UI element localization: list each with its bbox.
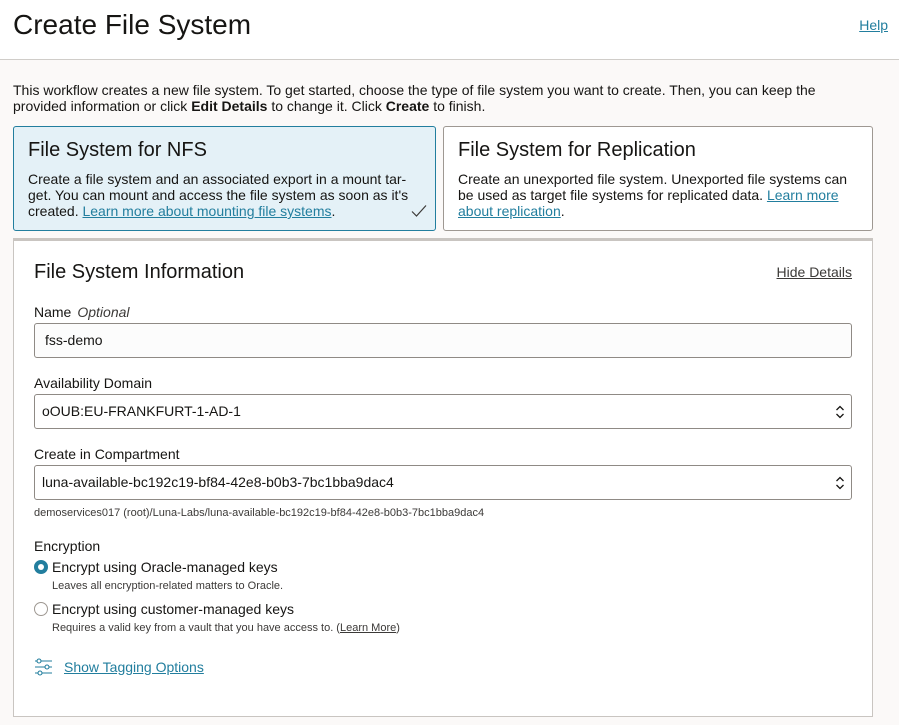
compartment-select[interactable]: luna-available-bc192c19-bf84-42e8-b0b3-7… [34, 465, 852, 500]
help-link[interactable]: Help [859, 17, 888, 33]
radio-button-unchecked[interactable] [34, 602, 48, 616]
show-tagging-options-link[interactable]: Show Tagging Options [64, 659, 204, 675]
hide-details-link[interactable]: Hide Details [777, 264, 852, 280]
intro-part-3: to finish. [429, 98, 486, 114]
intro-text: This workflow creates a new file system.… [13, 82, 843, 114]
name-input[interactable]: fss-demo [34, 323, 852, 358]
file-system-information-panel: File System Information Hide Details Nam… [13, 238, 873, 717]
customer-managed-help-after: ) [396, 622, 400, 634]
compartment-path: demoservices017 (root)/Luna-Labs/luna-av… [34, 507, 485, 519]
radio-oracle-managed-label: Encrypt using Oracle-managed keys [52, 559, 278, 575]
availability-domain-label: Availability Domain [34, 375, 153, 391]
card-file-system-replication[interactable]: File System for Replication Create an un… [443, 126, 873, 231]
page-title: Create File System [13, 9, 252, 40]
availability-domain-select[interactable]: oOUB:EU-FRANKFURT-1-AD-1 [34, 394, 852, 429]
availability-domain-value: oOUB:EU-FRANKFURT-1-AD-1 [42, 403, 241, 419]
customer-managed-help: Requires a valid key from a vault that y… [52, 622, 400, 634]
card-rep-desc-after: . [560, 203, 565, 219]
intro-edit-details: Edit Details [191, 98, 268, 114]
customer-managed-help-text: Requires a valid key from a vault that y… [52, 622, 340, 634]
radio-oracle-managed-keys[interactable]: Encrypt using Oracle-managed keys [34, 559, 334, 577]
card-nfs-desc-after: . [331, 203, 336, 219]
name-label: Name Optional [34, 304, 130, 320]
panel-title: File System Information [34, 261, 245, 283]
radio-button-checked[interactable] [34, 560, 48, 574]
check-icon [411, 205, 427, 217]
encryption-label: Encryption [34, 538, 101, 554]
compartment-label: Create in Compartment [34, 446, 180, 462]
radio-customer-managed-label: Encrypt using customer-managed keys [52, 601, 294, 617]
name-input-value: fss-demo [45, 332, 103, 348]
up-down-chevron-icon [836, 476, 844, 490]
intro-part-2: to change it. Click [267, 98, 386, 114]
card-replication-title: File System for Replication [458, 139, 696, 161]
name-label-text: Name [34, 304, 72, 320]
radio-customer-managed-keys[interactable]: Encrypt using customer-managed keys [34, 601, 334, 619]
oracle-managed-help: Leaves all encryption-related matters to… [52, 580, 284, 592]
card-nfs-title: File System for NFS [28, 139, 207, 161]
card-nfs-description: Create a file system and an associated e… [28, 171, 421, 219]
compartment-value: luna-available-bc192c19-bf84-42e8-b0b3-7… [42, 474, 394, 490]
learn-more-link[interactable]: Learn More [340, 622, 396, 634]
learn-mounting-link[interactable]: Learn more about mounting file systems [82, 203, 331, 219]
optional-tag: Optional [77, 304, 130, 320]
intro-create: Create [385, 98, 430, 114]
card-file-system-nfs[interactable]: File System for NFS Create a file system… [13, 126, 436, 231]
card-replication-description: Create an unexported file system. Unexpo… [458, 171, 858, 219]
sliders-icon [35, 658, 52, 676]
page-header: Create File System Help [0, 0, 899, 60]
up-down-chevron-icon [836, 405, 844, 419]
